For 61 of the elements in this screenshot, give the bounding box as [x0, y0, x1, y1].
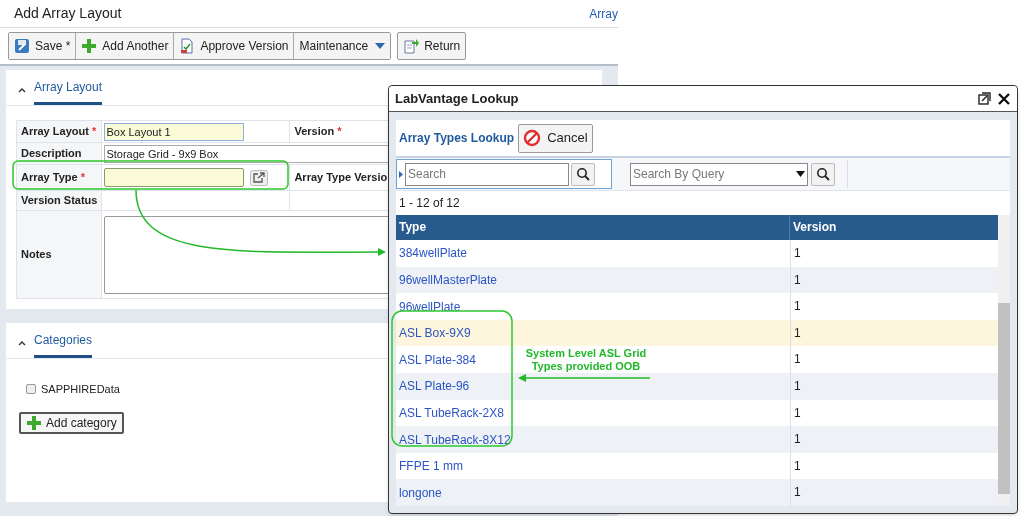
type-link[interactable]: 96wellMasterPlate: [399, 272, 498, 287]
search-button[interactable]: [571, 162, 595, 186]
toolbar-button[interactable]: Add Another: [76, 33, 175, 59]
caret-down-icon: [796, 171, 805, 178]
document-check-icon: [179, 38, 196, 54]
field-label: Array Type *: [21, 171, 85, 184]
search-icon: [816, 167, 830, 182]
field-label: Version *: [294, 125, 342, 138]
section-tab[interactable]: Array Layout: [34, 78, 103, 105]
page-title: Add Array Layout: [14, 4, 122, 23]
dialog-title: LabVantage Lookup: [395, 89, 519, 108]
type-link[interactable]: 384wellPlate: [399, 246, 468, 261]
chevron-up-icon[interactable]: [18, 87, 26, 93]
query-dropdown[interactable]: Search By Query: [630, 162, 808, 186]
search-field[interactable]: Search: [405, 162, 569, 186]
result-count: 1 - 12 of 12: [398, 195, 461, 213]
table-row[interactable]: longone 1: [396, 479, 998, 506]
table-row[interactable]: ASL TubeRack-8X12 1: [396, 426, 998, 453]
type-link[interactable]: longone: [399, 485, 442, 500]
field-label: Array Type Versio: [294, 171, 388, 184]
type-link[interactable]: FFPE 1 mm: [399, 459, 463, 474]
column-header[interactable]: Version: [790, 215, 998, 241]
plus-icon: [81, 38, 98, 54]
search-button[interactable]: [811, 162, 835, 186]
caret-right-icon[interactable]: [399, 170, 403, 178]
toolbar-button[interactable]: Approve Version: [174, 33, 295, 59]
prohibited-icon: [523, 129, 542, 148]
type-link[interactable]: ASL TubeRack-2X8: [399, 405, 504, 420]
toolbar-button[interactable]: Save *: [9, 33, 77, 59]
field-label: Array Layout *: [21, 125, 97, 138]
table-row[interactable]: 96wellMasterPlate 1: [396, 266, 998, 294]
text-field[interactable]: Box Layout 1: [104, 122, 245, 141]
type-link[interactable]: ASL Plate-384: [399, 352, 476, 367]
cancel-button[interactable]: Cancel: [518, 123, 593, 153]
field-label: Description: [21, 147, 82, 160]
menu-button[interactable]: Maintenance: [294, 33, 391, 59]
text-field[interactable]: [104, 168, 245, 187]
plus-icon: [26, 414, 42, 431]
table-row[interactable]: ASL Box-9X9 1: [396, 319, 998, 347]
caret-down-icon: [375, 43, 386, 49]
section-tab[interactable]: Categories: [34, 331, 93, 358]
type-link[interactable]: ASL Box-9X9: [399, 326, 471, 341]
checkbox[interactable]: [26, 384, 36, 395]
scrollbar[interactable]: [998, 215, 1010, 506]
type-link[interactable]: ASL Plate-96: [399, 379, 470, 394]
pop-out-icon[interactable]: [978, 92, 991, 106]
add-category-button[interactable]: Add category: [19, 411, 124, 434]
type-link[interactable]: ASL TubeRack-8X12: [399, 432, 511, 447]
annotation-text: System Level ASL Grid Types provided OOB: [524, 347, 648, 373]
close-icon[interactable]: [997, 91, 1011, 106]
type-link[interactable]: 96wellPlate: [399, 299, 461, 314]
search-icon: [576, 167, 590, 182]
table-row[interactable]: ASL Plate-96 1: [396, 373, 998, 400]
field-label: Notes: [21, 248, 52, 261]
document-arrow-icon: [403, 38, 420, 54]
header-link[interactable]: Array: [589, 4, 618, 23]
external-link-icon[interactable]: [250, 169, 269, 186]
field-label: Version Status: [21, 194, 98, 207]
chevron-up-icon[interactable]: [18, 340, 26, 346]
toolbar-button[interactable]: Return: [397, 32, 467, 60]
checkbox-label: SAPPHIREData: [41, 382, 120, 397]
